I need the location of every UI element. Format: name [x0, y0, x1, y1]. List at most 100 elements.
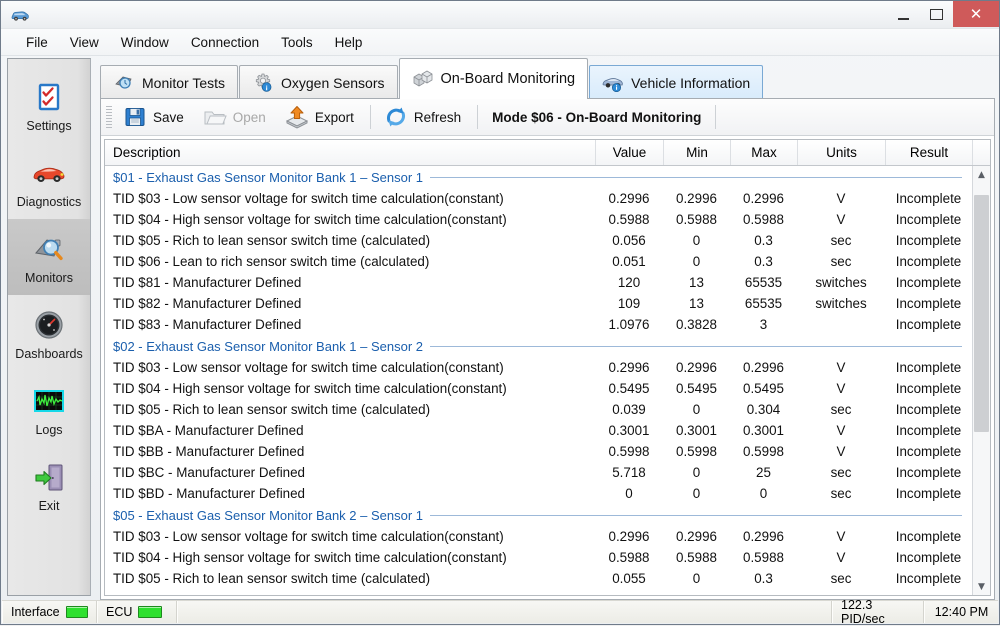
tab-vehicle-information[interactable]: Vehicle Information: [589, 65, 763, 99]
cell-description: TID $03 - Low sensor voltage for switch …: [105, 191, 595, 206]
group-header-label: $01 - Exhaust Gas Sensor Monitor Bank 1 …: [113, 170, 423, 185]
table-row[interactable]: TID $82 - Manufacturer Defined1091365535…: [105, 293, 972, 314]
column-header-units[interactable]: Units: [798, 140, 886, 165]
menu-item-view[interactable]: View: [59, 32, 110, 53]
table-row[interactable]: TID $04 - High sensor voltage for switch…: [105, 209, 972, 230]
table-row[interactable]: TID $BD - Manufacturer Defined000secInco…: [105, 483, 972, 504]
table-row[interactable]: TID $81 - Manufacturer Defined1201365535…: [105, 272, 972, 293]
cell-min: 0: [663, 571, 730, 586]
refresh-icon: [383, 104, 409, 130]
tab-monitor-tests[interactable]: Monitor Tests: [100, 65, 238, 99]
table-row[interactable]: TID $06 - Lean to rich sensor switch tim…: [105, 251, 972, 272]
menu-item-connection[interactable]: Connection: [180, 32, 270, 53]
table-row[interactable]: TID $BB - Manufacturer Defined0.59980.59…: [105, 441, 972, 462]
sidebar-item-diagnostics[interactable]: Diagnostics: [8, 143, 90, 219]
cell-result: Incomplete: [885, 465, 972, 480]
table-row[interactable]: TID $BA - Manufacturer Defined0.30010.30…: [105, 420, 972, 441]
cell-description: TID $82 - Manufacturer Defined: [105, 296, 595, 311]
menu-item-window[interactable]: Window: [110, 32, 180, 53]
scroll-down-icon[interactable]: ▼: [973, 578, 990, 595]
table-row[interactable]: TID $83 - Manufacturer Defined1.09760.38…: [105, 314, 972, 335]
sidebar-item-exit[interactable]: Exit: [8, 447, 90, 523]
monitor-tests-icon: [113, 74, 135, 92]
toolbar-grip[interactable]: [106, 106, 112, 128]
sidebar-item-logs[interactable]: Logs: [8, 371, 90, 447]
table-row[interactable]: TID $BC - Manufacturer Defined5.718025se…: [105, 462, 972, 483]
table-row[interactable]: TID $04 - High sensor voltage for switch…: [105, 547, 972, 568]
cell-units: V: [797, 212, 885, 227]
right-pane: Monitor Tests Oxygen Sensors: [91, 56, 995, 600]
cell-max: 25: [730, 465, 797, 480]
cell-min: 0: [663, 465, 730, 480]
cell-value: 0.2996: [595, 360, 663, 375]
maximize-button[interactable]: [920, 1, 953, 27]
sidebar-item-settings[interactable]: Settings: [8, 67, 90, 143]
tab-oxygen-sensors[interactable]: Oxygen Sensors: [239, 65, 398, 99]
column-header-result[interactable]: Result: [886, 140, 973, 165]
save-button[interactable]: Save: [116, 100, 194, 134]
sidebar-item-dashboards[interactable]: Dashboards: [8, 295, 90, 371]
cell-max: 0.5998: [730, 444, 797, 459]
tab-label: Vehicle Information: [631, 75, 750, 91]
cell-value: 109: [595, 296, 663, 311]
table-row[interactable]: TID $03 - Low sensor voltage for switch …: [105, 188, 972, 209]
tab-panel-on-board-monitoring: Save Open: [100, 98, 995, 600]
cell-max: 0.3001: [730, 423, 797, 438]
group-header-row: $02 - Exhaust Gas Sensor Monitor Bank 1 …: [105, 335, 972, 357]
cell-max: 0.2996: [730, 529, 797, 544]
cell-description: TID $05 - Rich to lean sensor switch tim…: [105, 233, 595, 248]
scroll-track[interactable]: [973, 183, 990, 578]
cell-result: Incomplete: [885, 360, 972, 375]
column-header-value[interactable]: Value: [596, 140, 664, 165]
minimize-button[interactable]: [887, 1, 920, 27]
cell-max: 0.2996: [730, 191, 797, 206]
grid-vertical-scrollbar[interactable]: ▲ ▼: [972, 166, 990, 595]
refresh-button[interactable]: Refresh: [377, 100, 471, 134]
sidebar-item-monitors[interactable]: Monitors: [8, 219, 90, 295]
cell-max: 65535: [730, 275, 797, 290]
menu-item-help[interactable]: Help: [324, 32, 374, 53]
table-row[interactable]: TID $05 - Rich to lean sensor switch tim…: [105, 230, 972, 251]
column-header-description[interactable]: Description: [105, 140, 596, 165]
on-board-monitor-icon: [412, 70, 434, 88]
close-button[interactable]: ✕: [953, 1, 999, 27]
scroll-thumb[interactable]: [974, 195, 989, 432]
cell-value: 0.2996: [595, 191, 663, 206]
table-row[interactable]: TID $03 - Low sensor voltage for switch …: [105, 357, 972, 378]
cell-min: 0.5495: [663, 381, 730, 396]
cell-value: 0.5998: [595, 444, 663, 459]
group-header-label: $05 - Exhaust Gas Sensor Monitor Bank 2 …: [113, 508, 423, 523]
table-row[interactable]: TID $04 - High sensor voltage for switch…: [105, 378, 972, 399]
table-row[interactable]: TID $05 - Rich to lean sensor switch tim…: [105, 399, 972, 420]
cell-value: 0.051: [595, 254, 663, 269]
export-button[interactable]: Export: [278, 100, 364, 134]
cell-description: TID $03 - Low sensor voltage for switch …: [105, 529, 595, 544]
status-ecu-label: ECU: [106, 605, 132, 619]
column-header-max[interactable]: Max: [731, 140, 798, 165]
cell-units: V: [797, 191, 885, 206]
column-header-min[interactable]: Min: [664, 140, 731, 165]
menu-item-file[interactable]: File: [15, 32, 59, 53]
cell-units: V: [797, 381, 885, 396]
cell-value: 0.3001: [595, 423, 663, 438]
scroll-up-icon[interactable]: ▲: [973, 166, 990, 183]
cell-value: 0.5988: [595, 212, 663, 227]
menu-item-tools[interactable]: Tools: [270, 32, 324, 53]
cell-units: switches: [797, 275, 885, 290]
open-button[interactable]: Open: [196, 100, 276, 134]
cell-description: TID $BA - Manufacturer Defined: [105, 423, 595, 438]
cell-units: switches: [797, 296, 885, 311]
cell-min: 0.2996: [663, 529, 730, 544]
cell-min: 13: [663, 275, 730, 290]
cell-result: Incomplete: [885, 275, 972, 290]
cell-value: 0.056: [595, 233, 663, 248]
group-header-row: $05 - Exhaust Gas Sensor Monitor Bank 2 …: [105, 504, 972, 526]
table-row[interactable]: TID $05 - Rich to lean sensor switch tim…: [105, 568, 972, 589]
grid-header-row: Description Value Min Max Units Result: [105, 140, 990, 166]
table-row[interactable]: TID $03 - Low sensor voltage for switch …: [105, 526, 972, 547]
maximize-icon: [930, 9, 943, 20]
tab-on-board-monitoring[interactable]: On-Board Monitoring: [399, 58, 589, 99]
exit-door-icon: [30, 458, 68, 496]
cell-result: Incomplete: [885, 233, 972, 248]
column-header-filler: [973, 140, 990, 165]
